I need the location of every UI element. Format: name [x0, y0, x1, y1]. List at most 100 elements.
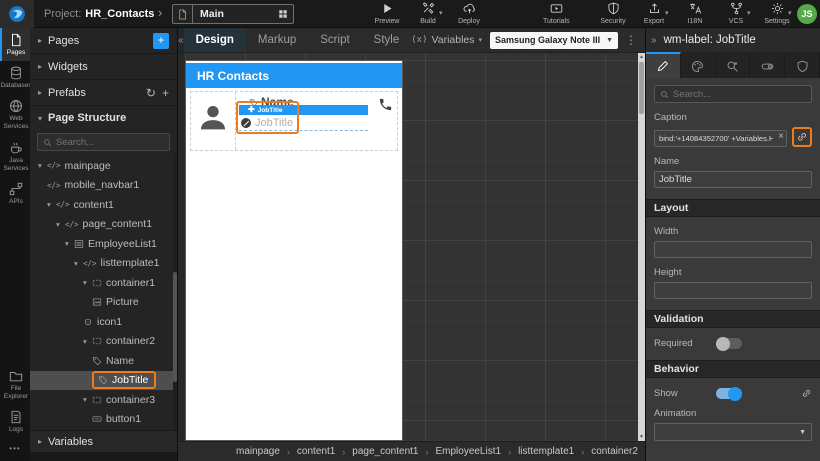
section-widgets[interactable]: ▸ Widgets: [30, 54, 177, 80]
behavior-section-header[interactable]: Behavior: [646, 360, 820, 378]
required-toggle[interactable]: [716, 336, 742, 351]
chevron-down-icon[interactable]: ▾: [83, 395, 92, 404]
rail-more-button[interactable]: •••: [0, 438, 30, 461]
clear-caption-icon[interactable]: ×: [778, 130, 784, 143]
tab-style[interactable]: Style: [362, 28, 412, 52]
device-selector[interactable]: Samsung Galaxy Note III ▼: [490, 31, 619, 49]
breadcrumb-mainpage[interactable]: mainpage: [236, 446, 280, 457]
refresh-icon[interactable]: ↻: [146, 87, 156, 99]
preview-button[interactable]: Preview: [374, 2, 400, 25]
tab-markup[interactable]: Markup: [246, 28, 308, 52]
tree-item-icon1[interactable]: icon1: [30, 312, 177, 332]
page-tab-main[interactable]: Main: [172, 4, 294, 24]
tree-item-Picture[interactable]: Picture: [30, 293, 177, 313]
tutorials-button[interactable]: Tutorials: [543, 2, 570, 25]
rail-logs[interactable]: Logs: [0, 405, 30, 438]
variables-dropdown[interactable]: (x) Variables ▾: [411, 34, 482, 46]
tab-script[interactable]: Script: [308, 28, 361, 52]
scroll-down-icon[interactable]: ▼: [638, 434, 645, 440]
add-prefab-button[interactable]: +: [162, 87, 169, 99]
phone-preview[interactable]: HR Contacts Name ✚ JobTitle JobTitle: [185, 60, 403, 441]
tree-item-container1[interactable]: ▾ container1: [30, 273, 177, 293]
breadcrumb-page_content1[interactable]: page_content1: [352, 446, 418, 457]
canvas-ruler: [178, 53, 185, 441]
width-input[interactable]: [654, 241, 812, 258]
tree-item-button1[interactable]: button1: [30, 410, 177, 430]
show-toggle[interactable]: [716, 386, 742, 401]
section-pages[interactable]: ▸ Pages +: [30, 28, 177, 54]
chevron-down-icon[interactable]: ▾: [38, 161, 47, 170]
list-template[interactable]: Name ✚ JobTitle JobTitle: [190, 91, 398, 151]
user-avatar[interactable]: JS: [797, 4, 817, 24]
scroll-up-icon[interactable]: ▲: [638, 54, 645, 60]
build-button[interactable]: ▾ Build: [415, 2, 443, 25]
add-page-button[interactable]: +: [153, 32, 169, 49]
tab-properties[interactable]: [646, 52, 681, 78]
export-button[interactable]: ▾ Export: [641, 2, 669, 25]
tree-item-mobile_navbar1[interactable]: </> mobile_navbar1: [30, 176, 177, 196]
tree-item-content1[interactable]: ▾ </> content1: [30, 195, 177, 215]
project-name[interactable]: Project: HR_Contacts: [44, 0, 154, 28]
tree-item-JobTitle[interactable]: JobTitle: [30, 370, 177, 390]
breadcrumb-listtemplate1[interactable]: listtemplate1: [518, 446, 574, 457]
chevron-down-icon[interactable]: ▾: [65, 239, 74, 248]
chevron-down-icon[interactable]: ▾: [56, 220, 65, 229]
kebab-menu-icon[interactable]: ⋮: [618, 33, 644, 47]
layout-section-header[interactable]: Layout: [646, 199, 820, 217]
properties-search-input[interactable]: [673, 88, 806, 100]
canvas-scrollbar[interactable]: ▲ ▼: [638, 53, 645, 441]
rail-pages[interactable]: Pages: [0, 28, 30, 62]
collapse-right-panel-button[interactable]: »: [651, 35, 657, 46]
list-text-container[interactable]: Name ✚ JobTitle JobTitle: [236, 92, 371, 150]
tab-design[interactable]: Design: [183, 28, 246, 52]
rail-java-services[interactable]: Java Services: [0, 136, 30, 177]
validation-section-header[interactable]: Validation: [646, 310, 820, 328]
tab-security[interactable]: [785, 52, 820, 78]
breadcrumb-EmployeeList1[interactable]: EmployeeList1: [435, 446, 501, 457]
design-canvas[interactable]: HR Contacts Name ✚ JobTitle JobTitle ▲ ▼: [178, 53, 645, 441]
bind-link-icon[interactable]: [792, 127, 812, 147]
rail-file-explorer[interactable]: File Explorer: [0, 364, 30, 405]
tree-item-Name[interactable]: Name: [30, 351, 177, 371]
tab-events[interactable]: [715, 52, 751, 78]
vcs-button[interactable]: ▾ VCS: [723, 2, 751, 25]
animation-select[interactable]: ▼: [654, 423, 812, 441]
mobile-navbar[interactable]: HR Contacts: [186, 63, 402, 88]
section-page-structure[interactable]: ▾ Page Structure: [30, 106, 177, 130]
tab-styles[interactable]: [680, 52, 716, 78]
i18n-button[interactable]: I18N: [682, 2, 708, 25]
rail-web-services[interactable]: Web Services: [0, 94, 30, 135]
caption-input[interactable]: [654, 129, 787, 147]
wavemaker-logo[interactable]: [0, 0, 34, 28]
deploy-button[interactable]: Deploy: [456, 2, 482, 25]
tab-devices[interactable]: [750, 52, 786, 78]
show-bind-link-icon[interactable]: [801, 388, 812, 399]
tree-item-container2[interactable]: ▾ container2: [30, 332, 177, 352]
settings-button[interactable]: ▾ Settings: [764, 2, 792, 25]
height-input[interactable]: [654, 282, 812, 299]
chevron-down-icon[interactable]: ▾: [47, 200, 56, 209]
chevron-down-icon[interactable]: ▾: [74, 259, 83, 268]
chevron-right-icon: ▸: [38, 36, 43, 45]
tree-item-listtemplate1[interactable]: ▾ </> listtemplate1: [30, 254, 177, 274]
security-button[interactable]: Security: [600, 2, 626, 25]
section-variables[interactable]: ▸ Variables: [30, 430, 177, 452]
tree-item-page_content1[interactable]: ▾ </> page_content1: [30, 215, 177, 235]
tree-scrollbar[interactable]: [173, 154, 177, 430]
tree-item-container3[interactable]: ▾ container3: [30, 390, 177, 410]
grid-icon[interactable]: [273, 9, 293, 19]
rail-apis[interactable]: APIs: [0, 177, 30, 210]
person-placeholder-icon[interactable]: [191, 92, 236, 150]
section-prefabs[interactable]: ▸ Prefabs ↻ +: [30, 80, 177, 106]
chevron-down-icon[interactable]: ▾: [83, 278, 92, 287]
breadcrumb-container2[interactable]: container2: [591, 446, 638, 457]
search-input[interactable]: [56, 136, 164, 148]
breadcrumb-content1[interactable]: content1: [297, 446, 335, 457]
call-icon[interactable]: [371, 92, 397, 150]
rail-databases[interactable]: Databases: [0, 61, 32, 94]
tree-item-EmployeeList1[interactable]: ▾ EmployeeList1: [30, 234, 177, 254]
name-input[interactable]: [654, 171, 812, 188]
chevron-down-icon[interactable]: ▾: [83, 337, 92, 346]
scrollbar-thumb[interactable]: [639, 62, 644, 114]
tree-item-mainpage[interactable]: ▾ </> mainpage: [30, 156, 177, 176]
